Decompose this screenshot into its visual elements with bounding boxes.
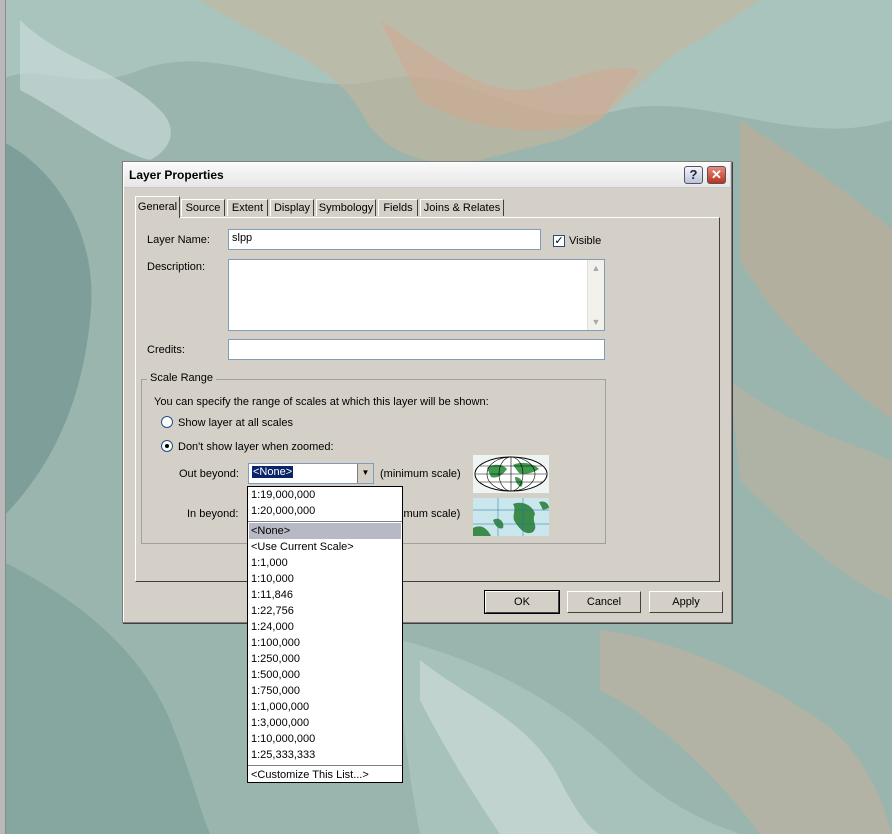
tab-symbology[interactable]: Symbology — [316, 199, 376, 216]
chevron-down-icon[interactable]: ▼ — [357, 464, 373, 483]
dropdown-item[interactable]: 1:100,000 — [249, 635, 401, 651]
tab-source[interactable]: Source — [181, 199, 225, 216]
ok-button[interactable]: OK — [484, 590, 560, 614]
visible-checkbox[interactable]: ✓ — [553, 235, 565, 247]
dropdown-item[interactable]: 1:3,000,000 — [249, 715, 401, 731]
credits-label: Credits: — [147, 344, 185, 356]
visible-label: Visible — [569, 235, 602, 247]
dropdown-separator — [248, 521, 402, 522]
description-label: Description: — [147, 261, 206, 273]
customize-list-item[interactable]: <Customize This List...> — [249, 767, 401, 782]
globe-icon — [473, 455, 549, 493]
dropdown-item[interactable]: 1:24,000 — [249, 619, 401, 635]
dropdown-item[interactable]: 1:1,000 — [249, 555, 401, 571]
checkmark-icon: ✓ — [554, 235, 564, 247]
close-x-icon: ✕ — [711, 167, 722, 182]
tab-general[interactable]: General — [135, 196, 180, 218]
dropdown-item[interactable]: 1:250,000 — [249, 651, 401, 667]
dropdown-item[interactable]: 1:10,000 — [249, 571, 401, 587]
layer-properties-dialog: Layer Properties ? ✕ General Source Exte… — [122, 161, 732, 623]
dropdown-item[interactable]: 1:19,000,000 — [249, 487, 401, 503]
in-beyond-label: In beyond: — [187, 508, 239, 520]
dont-show-zoomed-radio[interactable] — [161, 440, 173, 452]
dropdown-item[interactable]: 1:22,756 — [249, 603, 401, 619]
dialog-titlebar[interactable]: Layer Properties ? ✕ — [124, 163, 730, 188]
out-beyond-label: Out beyond: — [179, 468, 239, 480]
dropdown-item[interactable]: 1:10,000,000 — [249, 731, 401, 747]
tab-display[interactable]: Display — [270, 199, 314, 216]
dropdown-item[interactable]: 1:500,000 — [249, 667, 401, 683]
dropdown-item-selected[interactable]: <None> — [249, 523, 401, 539]
tab-joins-relates[interactable]: Joins & Relates — [420, 199, 504, 216]
help-button[interactable]: ? — [684, 166, 703, 184]
dropdown-item[interactable]: 1:20,000,000 — [249, 503, 401, 519]
scale-range-intro: You can specify the range of scales at w… — [154, 396, 489, 408]
dont-show-zoomed-label: Don't show layer when zoomed: — [178, 441, 334, 453]
apply-button[interactable]: Apply — [649, 591, 723, 613]
radio-selected-dot-icon — [165, 444, 169, 448]
show-all-scales-radio[interactable] — [161, 416, 173, 428]
question-mark-icon: ? — [689, 167, 698, 182]
dropdown-item[interactable]: <Use Current Scale> — [249, 539, 401, 555]
window-edge — [0, 0, 6, 834]
scroll-down-icon[interactable]: ▼ — [588, 314, 604, 330]
dropdown-separator — [248, 765, 402, 766]
dropdown-item[interactable]: 1:25,333,333 — [249, 747, 401, 763]
tab-extent[interactable]: Extent — [227, 199, 268, 216]
dropdown-item[interactable]: 1:1,000,000 — [249, 699, 401, 715]
dropdown-item[interactable]: 1:11,846 — [249, 587, 401, 603]
scale-dropdown-list[interactable]: 1:19,000,000 1:20,000,000 <None> <Use Cu… — [247, 486, 403, 783]
cancel-button[interactable]: Cancel — [567, 591, 641, 613]
tab-fields[interactable]: Fields — [378, 199, 418, 216]
close-button[interactable]: ✕ — [707, 166, 726, 184]
description-scrollbar[interactable]: ▲ ▼ — [587, 260, 604, 330]
layer-name-label: Layer Name: — [147, 234, 210, 246]
out-beyond-value: <None> — [252, 466, 294, 478]
scroll-up-icon[interactable]: ▲ — [588, 260, 604, 276]
minimum-scale-label: (minimum scale) — [380, 468, 461, 480]
map-detail-icon — [473, 498, 549, 536]
credits-input[interactable] — [228, 339, 605, 360]
show-all-scales-label: Show layer at all scales — [178, 417, 293, 429]
scale-range-title: Scale Range — [147, 372, 216, 384]
dialog-title: Layer Properties — [129, 168, 224, 182]
dropdown-item[interactable]: 1:750,000 — [249, 683, 401, 699]
maximum-scale-label: imum scale) — [401, 508, 461, 520]
description-textarea[interactable]: ▲ ▼ — [228, 259, 605, 331]
layer-name-input[interactable]: slpp — [228, 229, 541, 250]
out-beyond-combo[interactable]: <None> ▼ — [248, 463, 374, 484]
